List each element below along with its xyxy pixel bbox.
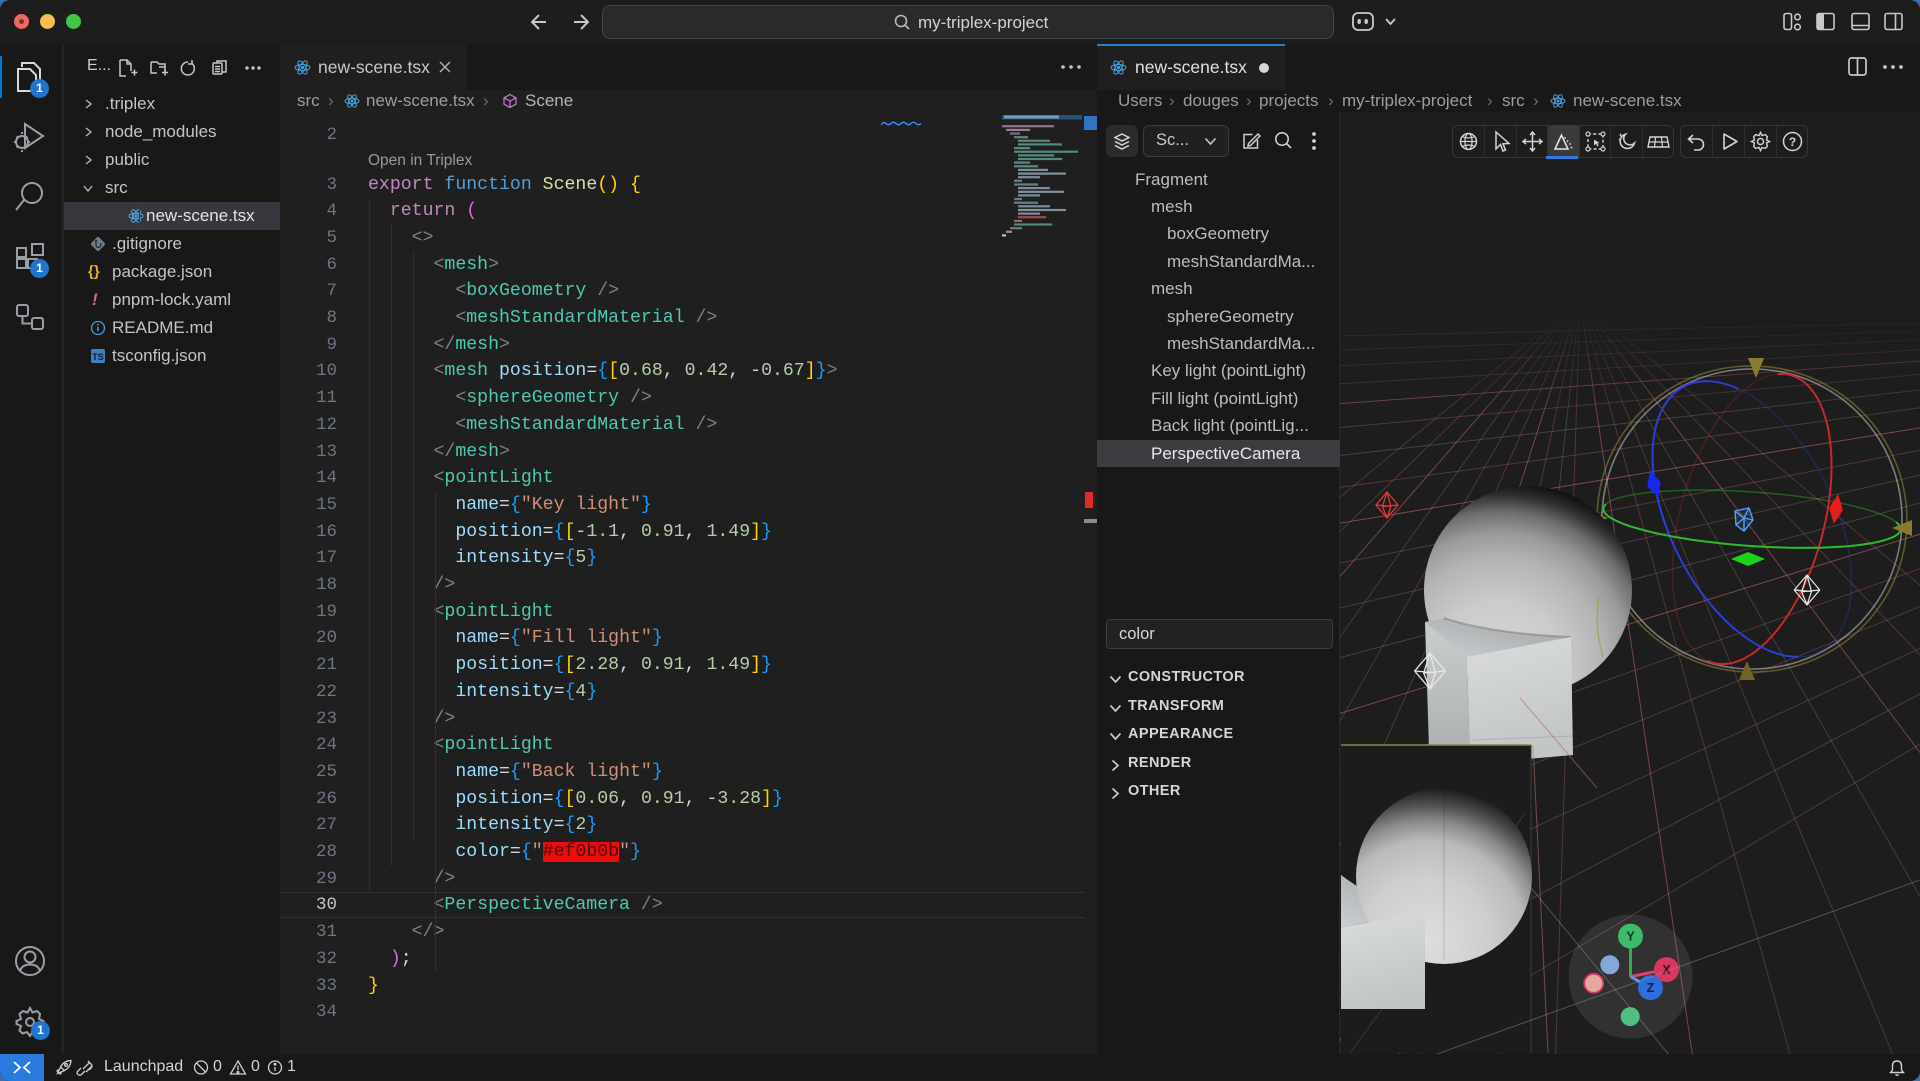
svg-text:?: ? <box>1789 135 1796 149</box>
svg-text:TS: TS <box>92 352 104 362</box>
svg-text:Y: Y <box>1626 930 1635 944</box>
svg-text:Z: Z <box>1647 981 1655 995</box>
